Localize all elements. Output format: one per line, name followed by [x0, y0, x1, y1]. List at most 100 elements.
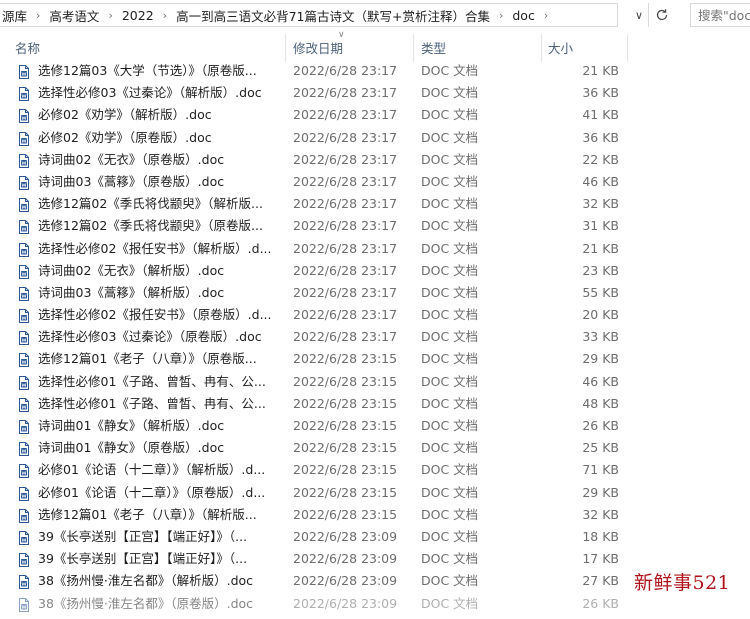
file-name[interactable]: 必修01《论语（十二章）》（解析版）.d...	[38, 459, 286, 481]
search-box[interactable]	[690, 3, 750, 27]
file-date: 2022/6/28 23:17	[293, 173, 398, 189]
file-date: 2022/6/28 23:17	[293, 329, 398, 345]
file-row[interactable]: 诗词曲02《无衣》（原卷版）.doc 2022/6/28 23:17 DOC 文档 2…	[0, 149, 750, 171]
column-header-row: 名称 ∨ 修改日期 类型 大小	[0, 30, 750, 62]
file-name[interactable]: 选修12篇02《季氏将伐颛臾》（解析版...	[38, 193, 286, 215]
file-name[interactable]: 诗词曲02《无衣》（解析版）.doc	[38, 260, 286, 282]
file-type: DOC 文档	[421, 395, 479, 411]
file-row[interactable]: 选择性必修01《子路、曾皙、冉有、公... 2022/6/28 23:15 DOC …	[0, 393, 750, 415]
file-name[interactable]: 选择性必修02《报任安书》（原卷版）.d...	[38, 304, 286, 326]
word-doc-icon	[18, 463, 30, 479]
file-name[interactable]: 选择性必修01《子路、曾皙、冉有、公...	[38, 393, 286, 415]
file-row[interactable]: 诗词曲03《蒿簃》（解析版）.doc 2022/6/28 23:17 DOC 文档 5…	[0, 282, 750, 304]
breadcrumb-item[interactable]: 2022	[118, 8, 158, 23]
file-name[interactable]: 必修01《论语（十二章）》（原卷版）.d...	[38, 482, 286, 504]
column-header-type[interactable]: 类型	[414, 32, 542, 62]
file-size: 21 KB	[582, 240, 619, 256]
file-row[interactable]: 选修12篇01《老子（八章）》（解析版... 2022/6/28 23:15 DOC…	[0, 504, 750, 526]
file-row[interactable]: 诗词曲01《静女》（解析版）.doc 2022/6/28 23:15 DOC 文档 2…	[0, 415, 750, 437]
file-row[interactable]: 诗词曲02《无衣》（解析版）.doc 2022/6/28 23:17 DOC 文档 2…	[0, 260, 750, 282]
chevron-right-icon[interactable]: ›	[31, 9, 45, 22]
column-header-date[interactable]: ∨ 修改日期	[286, 30, 414, 62]
file-type: DOC 文档	[421, 129, 479, 145]
file-row[interactable]: 必修02《劝学》（解析版）.doc 2022/6/28 23:17 DOC 文档 41…	[0, 104, 750, 126]
file-name[interactable]: 选择性必修03《过秦论》（解析版）.doc	[38, 82, 286, 104]
chevron-right-icon[interactable]: ›	[103, 9, 117, 22]
file-row[interactable]: 选择性必修02《报任安书》（原卷版）.d... 2022/6/28 23:17 DO…	[0, 304, 750, 326]
file-size: 17 KB	[582, 551, 619, 567]
chevron-right-icon[interactable]: ›	[158, 9, 172, 22]
column-header-size[interactable]: 大小	[542, 32, 628, 62]
file-row[interactable]: 必修02《劝学》（原卷版）.doc 2022/6/28 23:17 DOC 文档 36…	[0, 127, 750, 149]
file-name[interactable]: 选择性必修03《过秦论》（原卷版）.doc	[38, 326, 286, 348]
file-row[interactable]: 必修01《论语（十二章）》（解析版）.d... 2022/6/28 23:15 DO…	[0, 459, 750, 481]
breadcrumb-item[interactable]: 高一到高三语文必背71篇古诗文（默写+赏析注释）合集	[172, 6, 494, 25]
address-history-button[interactable]: ∨	[630, 5, 648, 25]
file-name[interactable]: 必修02《劝学》（原卷版）.doc	[38, 127, 286, 149]
file-row[interactable]: 选修12篇01《老子（八章）》（原卷版... 2022/6/28 23:15 DOC…	[0, 348, 750, 370]
search-input[interactable]	[698, 7, 750, 23]
breadcrumb[interactable]: 源库 › 高考语文 › 2022 › 高一到高三语文必背71篇古诗文（默写+赏析注释）合集 ›…	[0, 3, 618, 27]
file-name[interactable]: 39《长亭送别【正宫】【端正好】》（...	[38, 548, 286, 570]
breadcrumb-item[interactable]: 源库	[0, 6, 31, 25]
file-size: 32 KB	[582, 196, 619, 212]
file-name[interactable]: 诗词曲03《蒿簃》（原卷版）.doc	[38, 171, 286, 193]
file-name[interactable]: 选修12篇01《老子（八章）》（解析版...	[38, 504, 286, 526]
file-row[interactable]: 选择性必修02《报任安书》（解析版）.d... 2022/6/28 23:17 DO…	[0, 238, 750, 260]
file-row[interactable]: 诗词曲01《静女》（原卷版）.doc 2022/6/28 23:15 DOC 文档 2…	[0, 437, 750, 459]
word-doc-icon	[18, 397, 30, 412]
file-size: 41 KB	[582, 107, 619, 123]
file-name[interactable]: 诗词曲03《蒿簃》（解析版）.doc	[38, 282, 286, 304]
chevron-right-icon[interactable]: ›	[539, 9, 553, 22]
file-row[interactable]: 选修12篇02《季氏将伐颛臾》（解析版... 2022/6/28 23:17 DOC…	[0, 193, 750, 215]
word-doc-icon	[18, 286, 30, 301]
breadcrumb-item[interactable]: 高考语文	[45, 6, 103, 25]
file-size: 46 KB	[582, 173, 619, 189]
file-date: 2022/6/28 23:15	[293, 395, 398, 411]
file-name[interactable]: 诗词曲01《静女》（原卷版）.doc	[38, 437, 286, 459]
file-name[interactable]: 选择性必修01《子路、曾皙、冉有、公...	[38, 371, 286, 393]
file-name[interactable]: 诗词曲02《无衣》（原卷版）.doc	[38, 149, 286, 171]
file-name[interactable]: 选修12篇03《大学（节选）》（原卷版...	[38, 60, 286, 82]
refresh-button[interactable]	[648, 3, 675, 27]
file-name[interactable]: 选修12篇02《季氏将伐颛臾》（原卷版...	[38, 215, 286, 237]
file-name[interactable]: 选择性必修02《报任安书》（解析版）.d...	[38, 238, 286, 260]
column-header-name[interactable]: 名称	[0, 32, 286, 62]
file-row[interactable]: 38《扬州慢·淮左名都》（原卷版）.doc 2022/6/28 23:09 DOC …	[0, 593, 750, 615]
file-size: 33 KB	[582, 329, 619, 345]
file-name[interactable]: 38《扬州慢·淮左名都》（原卷版）.doc	[38, 593, 286, 615]
file-row[interactable]: 选择性必修03《过秦论》（解析版）.doc 2022/6/28 23:17 DOC …	[0, 82, 750, 104]
file-name[interactable]: 诗词曲01《静女》（解析版）.doc	[38, 415, 286, 437]
word-doc-icon	[18, 352, 30, 368]
file-date: 2022/6/28 23:15	[293, 351, 398, 367]
file-type: DOC 文档	[421, 506, 479, 522]
file-date: 2022/6/28 23:15	[293, 506, 398, 522]
file-name[interactable]: 选修12篇01《老子（八章）》（原卷版...	[38, 348, 286, 370]
column-size-label: 大小	[548, 40, 574, 56]
chevron-down-icon: ∨	[634, 8, 644, 22]
word-doc-icon	[18, 64, 30, 79]
file-row[interactable]: 诗词曲03《蒿簃》（原卷版）.doc 2022/6/28 23:17 DOC 文档 4…	[0, 171, 750, 193]
file-name[interactable]: 38《扬州慢·淮左名都》（解析版）.doc	[38, 570, 286, 592]
file-row[interactable]: 选择性必修03《过秦论》（原卷版）.doc 2022/6/28 23:17 DOC …	[0, 326, 750, 348]
file-row[interactable]: 选修12篇03《大学（节选）》（原卷版... 2022/6/28 23:17 DOC…	[0, 60, 750, 82]
chevron-right-icon[interactable]: ›	[494, 9, 508, 22]
file-name[interactable]: 39《长亭送别【正宫】【端正好】》（...	[38, 526, 286, 548]
word-doc-icon	[18, 108, 30, 124]
file-date: 2022/6/28 23:17	[293, 307, 398, 323]
file-name[interactable]: 必修02《劝学》（解析版）.doc	[38, 104, 286, 126]
word-doc-icon	[18, 264, 30, 279]
file-size: 29 KB	[582, 351, 619, 367]
file-type: DOC 文档	[421, 173, 479, 189]
file-size: 29 KB	[582, 484, 619, 500]
word-doc-icon	[18, 597, 30, 612]
word-doc-icon	[18, 197, 30, 213]
sort-chevron-icon: ∨	[338, 30, 345, 40]
file-row[interactable]: 必修01《论语（十二章）》（原卷版）.d... 2022/6/28 23:15 DO…	[0, 482, 750, 504]
file-type: DOC 文档	[421, 151, 479, 167]
file-row[interactable]: 39《长亭送别【正宫】【端正好】》（... 2022/6/28 23:09 DOC …	[0, 526, 750, 548]
file-row[interactable]: 选择性必修01《子路、曾皙、冉有、公... 2022/6/28 23:15 DOC …	[0, 371, 750, 393]
file-row[interactable]: 选修12篇02《季氏将伐颛臾》（原卷版... 2022/6/28 23:17 DOC…	[0, 215, 750, 237]
file-row[interactable]: 39《长亭送别【正宫】【端正好】》（... 2022/6/28 23:09 DOC …	[0, 548, 750, 570]
breadcrumb-item[interactable]: doc	[508, 8, 538, 23]
